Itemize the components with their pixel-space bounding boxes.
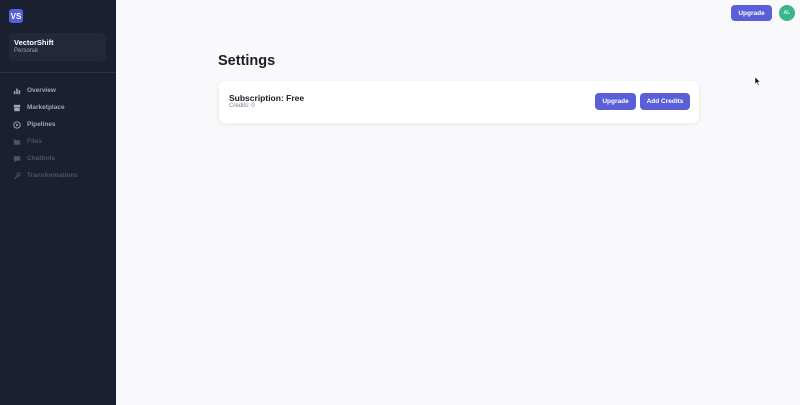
sidebar-divider	[0, 72, 116, 73]
tool-icon	[12, 171, 21, 180]
sidebar-item-marketplace[interactable]: Marketplace	[0, 99, 116, 116]
sidebar-item-label: Marketplace	[27, 104, 65, 111]
sidebar-item-overview[interactable]: Overview	[0, 82, 116, 99]
sidebar-nav: Overview Marketplace Pipelines Files Cha…	[0, 82, 116, 184]
play-circle-icon	[12, 120, 21, 129]
upgrade-button[interactable]: Upgrade	[595, 93, 636, 110]
credits-label: Credits: 0	[229, 103, 255, 109]
app-window: VS VectorShift Personal Overview Marketp…	[0, 0, 800, 405]
sidebar-item-label: Pipelines	[27, 121, 56, 128]
folder-icon	[12, 137, 21, 146]
sidebar-item-label: Overview	[27, 87, 56, 94]
subscription-card: Subscription: Free Credits: 0 Upgrade Ad…	[219, 81, 699, 123]
workspace-name: VectorShift	[14, 38, 54, 47]
workspace-type: Personal	[14, 48, 38, 54]
sidebar-item-label: Files	[27, 138, 42, 145]
sidebar-item-label: Chatbots	[27, 155, 56, 162]
chat-icon	[12, 154, 21, 163]
logo[interactable]: VS	[9, 9, 23, 23]
workspace-switcher[interactable]: VectorShift Personal	[9, 33, 106, 61]
sidebar-item-label: Transformations	[27, 172, 78, 179]
page-title: Settings	[218, 53, 276, 69]
avatar[interactable]: AL	[779, 5, 795, 21]
sidebar-item-chatbots[interactable]: Chatbots	[0, 150, 116, 167]
header-upgrade-button[interactable]: Upgrade	[731, 5, 772, 21]
store-icon	[12, 103, 21, 112]
bar-chart-icon	[12, 86, 21, 95]
sidebar-item-files[interactable]: Files	[0, 133, 116, 150]
sidebar: VS VectorShift Personal Overview Marketp…	[0, 0, 116, 405]
sidebar-item-pipelines[interactable]: Pipelines	[0, 116, 116, 133]
mouse-cursor-icon	[755, 77, 761, 86]
subscription-title: Subscription: Free	[229, 93, 305, 103]
sidebar-item-transformations[interactable]: Transformations	[0, 167, 116, 184]
add-credits-button[interactable]: Add Credits	[640, 93, 690, 110]
